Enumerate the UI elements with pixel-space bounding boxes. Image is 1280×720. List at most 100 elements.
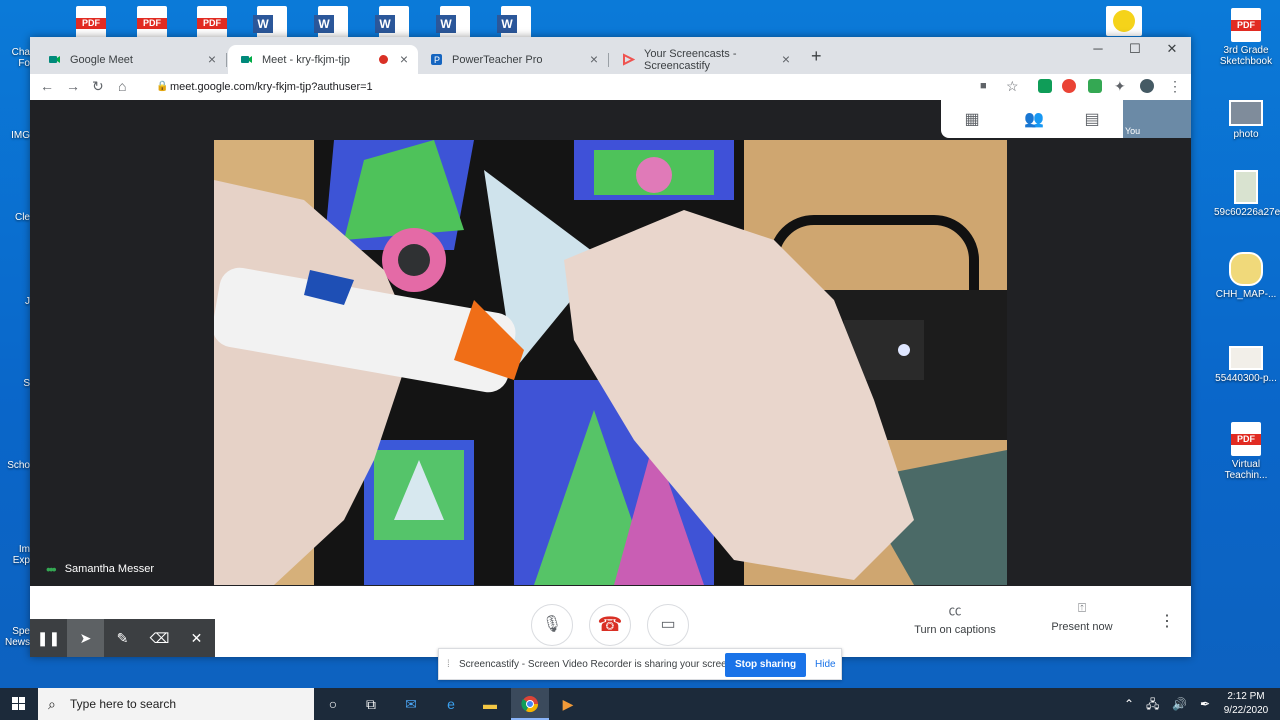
desktop-icon-right-2[interactable]: 59c60226a27e [1214,170,1280,218]
close-tab-icon[interactable]: × [590,51,598,67]
pdf-file-icon: PDF [1231,8,1261,42]
desktop-left-label[interactable]: S [0,378,30,389]
more-options-icon[interactable]: ⋮ [1159,611,1175,631]
word-file-icon: W [314,6,348,40]
share-notice-text: Screencastify - Screen Video Recorder is… [459,659,736,670]
desktop-left-label[interactable]: J [0,296,30,307]
close-tab-icon[interactable]: × [782,51,790,67]
captions-icon: ㏄ [948,603,962,618]
present-now-button[interactable]: ⍐ Present now [1042,600,1122,633]
word-file-icon: W [375,6,409,40]
pen-workspace-icon[interactable]: ✒ [1200,688,1210,720]
close-window-button[interactable]: ✕ [1154,41,1190,57]
desktop-left-label[interactable]: Im Exp [0,544,30,566]
tab-title: Google Meet [70,53,133,66]
meet-icon [49,56,60,63]
taskbar-search-box[interactable]: ⌕ Type here to search [38,688,314,720]
edge-icon[interactable]: e [432,688,470,720]
self-view-thumbnail[interactable]: You [1123,100,1191,138]
desktop-icon-right-5[interactable]: PDF Virtual Teachin... [1214,422,1278,481]
recording-indicator-icon [379,55,388,64]
volume-icon[interactable]: 🔊 [1172,688,1187,720]
word-file-icon: W [253,6,287,40]
tab-google-meet[interactable]: Google Meet × [36,45,226,74]
screen-share-notice: ⁞ Screencastify - Screen Video Recorder … [438,648,842,680]
desktop-left-label[interactable]: Spe News [0,626,30,648]
screencastify-extension-icon[interactable] [1062,79,1076,93]
desktop-left-label[interactable]: IMG [0,130,30,141]
extensions-puzzle-icon[interactable]: ✦ [1114,78,1126,95]
address-bar[interactable]: 🔒 meet.google.com/kry-fkjm-tjp?authuser=… [152,76,998,98]
clock-time: 2:12 PM [1227,691,1265,702]
chrome-taskbar-icon[interactable] [511,688,549,720]
screencastify-taskbar-icon[interactable]: ▶ [549,688,587,720]
desktop-icon-right-3[interactable]: CHH_MAP-... [1214,252,1278,300]
forward-icon[interactable]: → [66,78,80,94]
hang-up-button[interactable]: ☎ [589,604,631,646]
sheets-extension-icon[interactable] [1038,79,1052,93]
eraser-icon[interactable]: ⌫ [141,619,178,657]
video-stage: ▦ 👥 ▤ You ••• Samantha Messer [30,100,1191,586]
word-file-icon: W [497,6,531,40]
meet-top-panel: ▦ 👥 ▤ [941,100,1123,138]
desktop-icon-right-4[interactable]: 55440300-p... [1214,346,1278,384]
pen-icon[interactable]: ✎ [104,619,141,657]
classroom-extension-icon[interactable] [1088,79,1102,93]
pdf-file-icon: PDF [76,6,106,40]
captions-button[interactable]: ㏄ Turn on captions [905,600,1005,636]
pdf-file-icon: PDF [1231,422,1261,456]
desktop-icon-right-1[interactable]: photo [1214,100,1278,140]
microphone-button[interactable]: 🎙 [531,604,573,646]
hide-notice-button[interactable]: Hide [815,659,836,670]
home-icon[interactable]: ⌂ [118,78,126,94]
camera-icon[interactable]: ■ [980,80,987,92]
chrome-window: Google Meet × Meet - kry-fkjm-tjp × P Po… [30,37,1191,657]
task-view-icon[interactable]: ⧉ [352,688,390,720]
smiley-icon[interactable] [1106,6,1142,36]
participants-icon[interactable]: 👥 [1024,109,1044,129]
chrome-menu-icon[interactable]: ⋮ [1168,78,1182,95]
present-label: Present now [1051,621,1113,633]
close-tab-icon[interactable]: × [400,51,408,67]
tab-title: PowerTeacher Pro [452,53,543,66]
back-icon[interactable]: ← [40,78,54,94]
minimize-button[interactable]: ─ [1080,41,1116,56]
close-toolbar-icon[interactable]: ✕ [178,619,215,657]
meet-app: ▦ 👥 ▤ You ••• Samantha Messer 🎙 ☎ ▭ ㏄ Tu… [30,100,1191,657]
close-tab-icon[interactable]: × [208,51,216,67]
network-icon[interactable]: 🖧 [1146,688,1159,720]
image-file-icon [1234,170,1258,204]
windows-start-icon[interactable] [0,688,38,720]
stop-sharing-button[interactable]: Stop sharing [725,653,806,677]
layout-grid-icon[interactable]: ▦ [962,109,982,129]
clock-date: 9/22/2020 [1223,705,1269,716]
new-tab-button[interactable]: + [811,46,822,67]
tab-meet-kry-fkjm-tjp[interactable]: Meet - kry-fkjm-tjp × [228,45,418,74]
reload-icon[interactable]: ↻ [92,78,104,95]
star-icon[interactable]: ☆ [1006,78,1019,95]
maximize-button[interactable]: ☐ [1117,41,1153,57]
drag-handle-icon[interactable]: ⁞ [447,659,450,670]
url-text: meet.google.com/kry-fkjm-tjp?authuser=1 [170,81,373,93]
desktop-left-label[interactable]: Cle [0,212,30,223]
tab-powerteacher-pro[interactable]: P PowerTeacher Pro × [418,45,608,74]
mail-icon[interactable]: ✉ [392,688,430,720]
pause-icon[interactable]: ❚❚ [30,619,67,657]
desktop-left-label[interactable]: Scho [0,460,30,471]
video-frame-image [214,140,1007,585]
camera-button[interactable]: ▭ [647,604,689,646]
tab-divider [608,53,609,67]
file-explorer-icon[interactable]: ▬ [471,688,509,720]
desktop-icon-right-0[interactable]: PDF 3rd Grade Sketchbook [1214,8,1278,67]
profile-avatar[interactable] [1140,79,1154,93]
tab-screencastify[interactable]: Your Screencasts - Screencastify × [610,45,800,74]
tray-chevron-icon[interactable]: ⌃ [1124,688,1134,720]
pdf-file-icon: PDF [137,6,167,40]
lock-icon: 🔒 [156,81,169,92]
cortana-icon[interactable]: ○ [314,688,352,720]
cursor-icon[interactable]: ➤ [67,619,104,657]
search-placeholder: Type here to search [70,697,177,711]
chat-icon[interactable]: ▤ [1082,109,1102,129]
desktop-left-label[interactable]: Cha Fo [0,47,30,69]
system-clock[interactable]: 2:12 PM 9/22/2020 [1218,690,1274,718]
